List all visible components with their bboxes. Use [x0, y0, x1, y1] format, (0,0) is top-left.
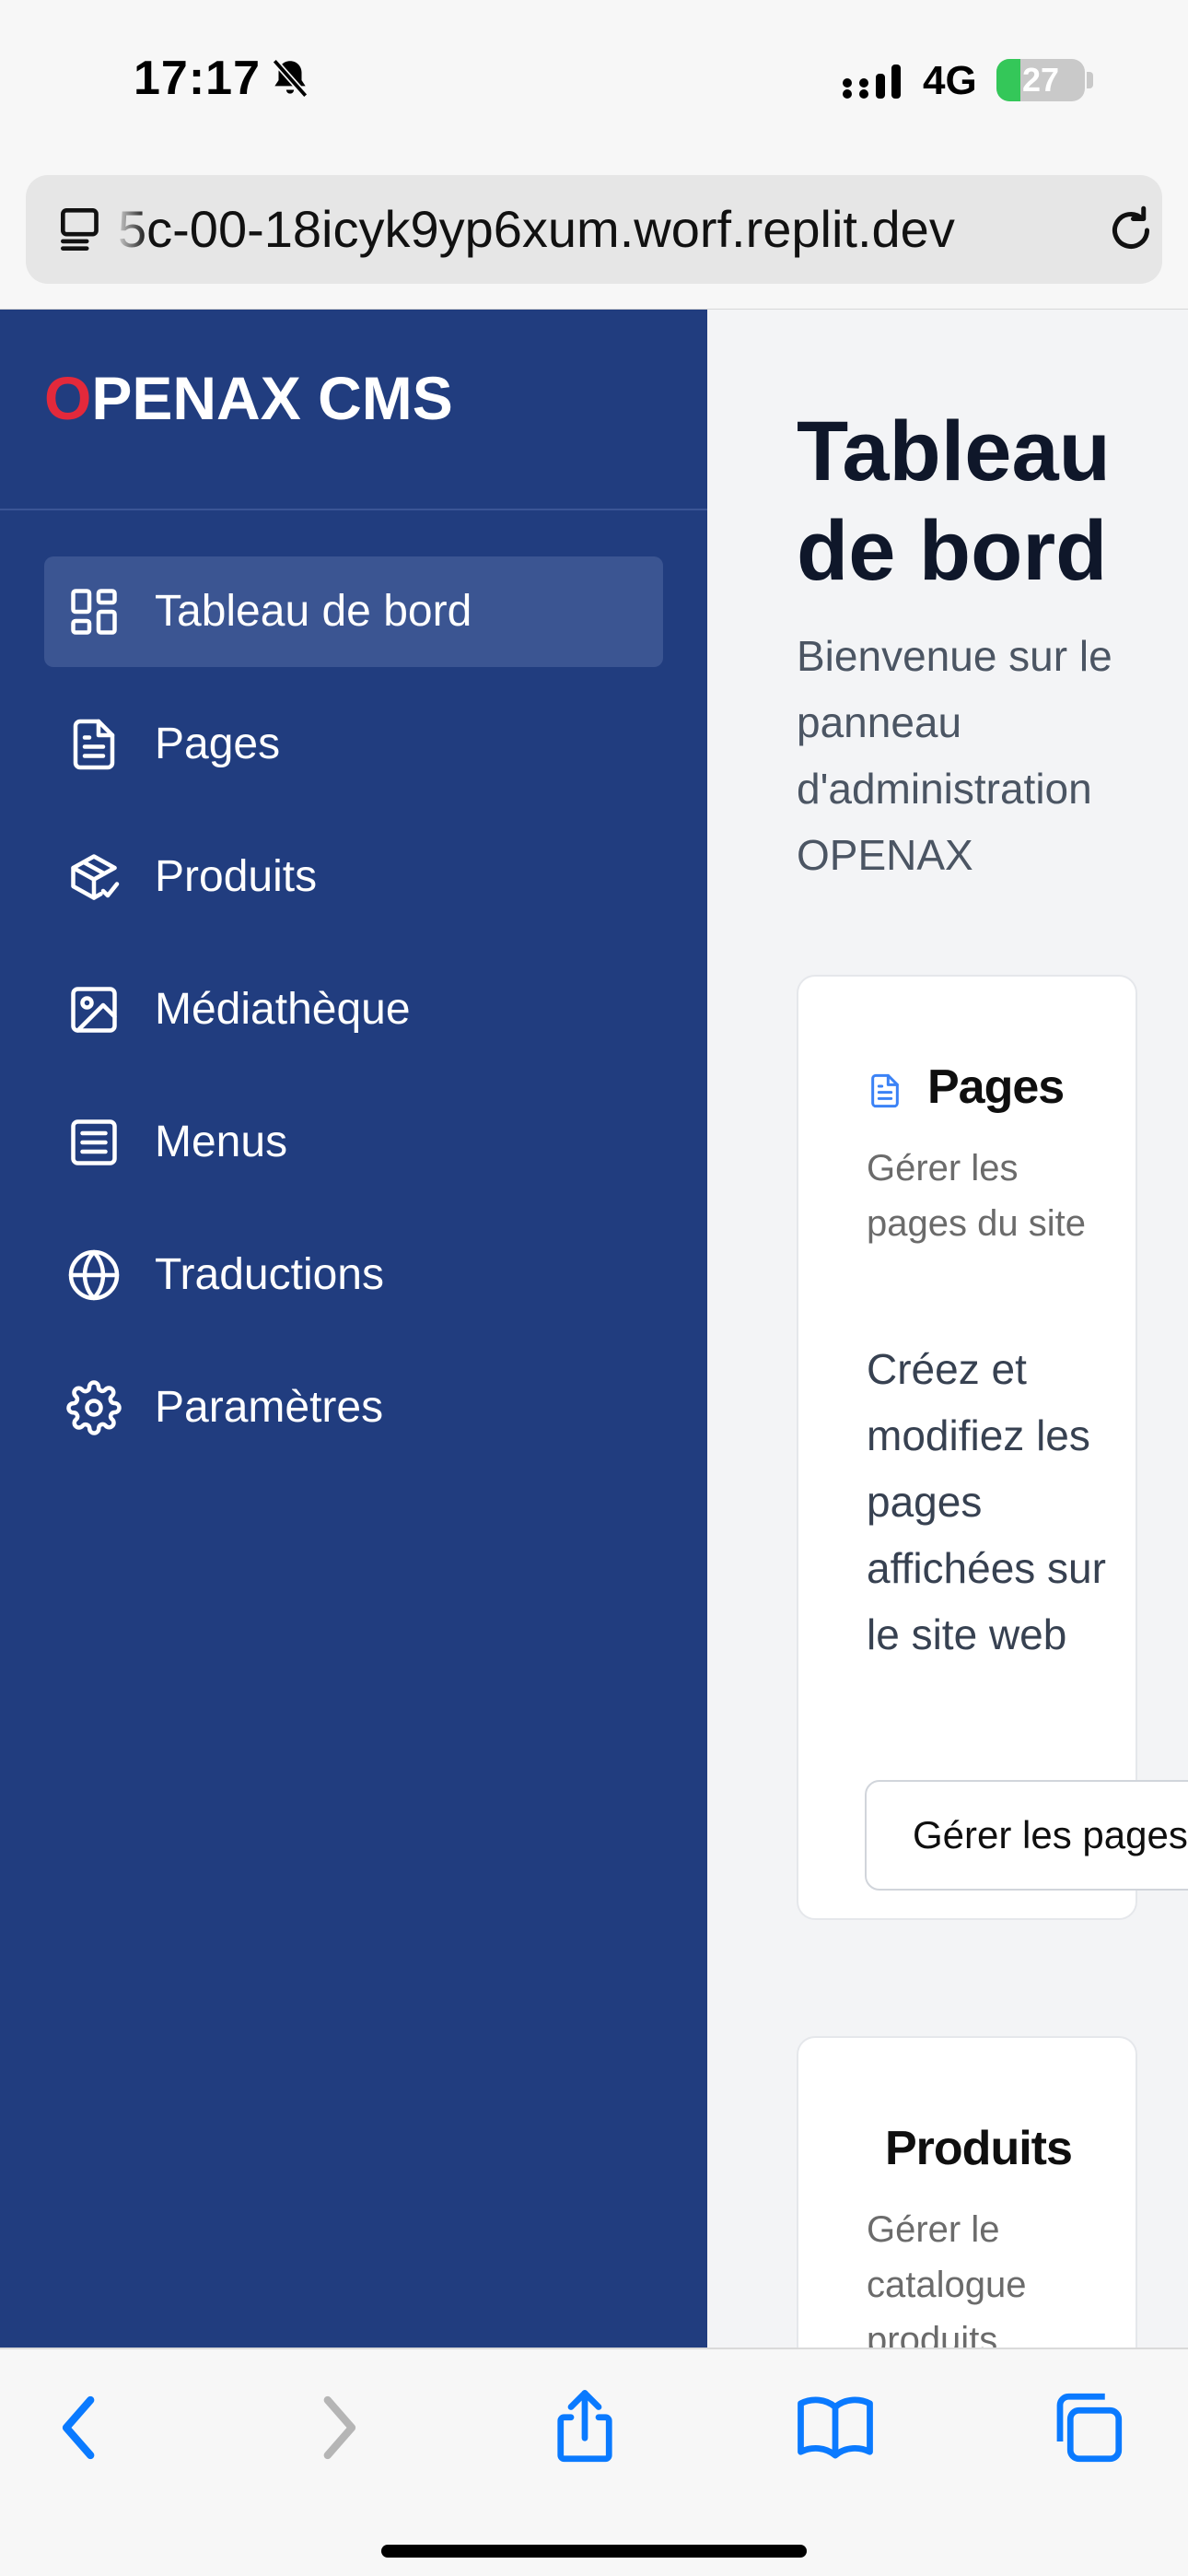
document-icon [73, 719, 115, 770]
sidebar-item-pages[interactable]: Pages [44, 689, 663, 800]
sidebar-item-menus[interactable]: Menus [44, 1087, 663, 1198]
sidebar-item-settings[interactable]: Paramètres [44, 1352, 663, 1463]
image-icon [71, 987, 117, 1033]
reload-icon[interactable] [1103, 203, 1159, 258]
brand-accent-letter: O [44, 364, 92, 432]
pages-card: Pages Gérer les pages du site Créez et m… [797, 975, 1188, 1920]
back-icon[interactable] [39, 2386, 122, 2469]
battery-icon: 27 [996, 59, 1085, 101]
brand-name: PENAX CMS [91, 364, 453, 432]
url-text[interactable]: 5c-00-18icyk9yp6xum.worf.replit.dev [118, 175, 1076, 284]
card-description: Gérer le catalogue produits [867, 2209, 1027, 2348]
battery-cap [1087, 72, 1093, 88]
page-subtitle: Bienvenue sur le panneau d'administratio… [797, 632, 1112, 879]
sidebar-item-label: Médiathèque [155, 985, 411, 1034]
phone-screen: 17:17 4G 27 5c-00-18icyk9yp6xum.worf.rep… [0, 0, 1188, 2576]
page-menu-icon[interactable] [53, 201, 111, 258]
signal-icon [843, 64, 901, 99]
list-icon [71, 1119, 117, 1165]
address-bar[interactable]: 5c-00-18icyk9yp6xum.worf.replit.dev [26, 175, 1162, 284]
sidebar-item-label: Produits [155, 852, 318, 901]
sidebar-item-translations[interactable]: Traductions [44, 1220, 663, 1330]
sidebar-item-label: Pages [155, 720, 281, 768]
bell-slash-icon [272, 58, 309, 99]
package-icon [71, 854, 120, 900]
card-title: Produits [885, 2122, 1073, 2175]
status-time: 17:17 [134, 52, 261, 105]
forward-icon[interactable] [297, 2386, 379, 2469]
sidebar-item-label: Tableau de bord [155, 587, 472, 636]
card-description: Gérer les pages du site [867, 1148, 1086, 1244]
sidebar-item-label: Traductions [155, 1250, 384, 1299]
sidebar-item-products[interactable]: Produits [44, 822, 663, 932]
manage-pages-button[interactable]: Gérer les pages [865, 1780, 1188, 1891]
sidebar-item-label: Menus [155, 1118, 288, 1166]
sidebar-divider [0, 509, 707, 510]
sidebar-item-dashboard[interactable]: Tableau de bord [44, 556, 663, 667]
sidebar: OPENAX CMS Tableau de bord Pages Produit… [0, 310, 707, 2348]
bookmarks-icon[interactable] [794, 2386, 877, 2469]
sidebar-item-media[interactable]: Médiathèque [44, 954, 663, 1065]
network-type: 4G [923, 58, 977, 103]
home-indicator [381, 2545, 807, 2558]
products-card: Produits Gérer le catalogue produits [797, 2036, 1137, 2348]
page-title: Tableau de bord [797, 404, 1111, 598]
url-fade [114, 175, 147, 284]
card-title: Pages [927, 1060, 1065, 1114]
brand-logo[interactable]: OPENAX CMS [44, 363, 453, 433]
dashboard-icon [71, 589, 117, 635]
main-content: Tableau de bord Bienvenue sur le panneau… [707, 310, 1188, 2348]
card-body: Créez et modifiez les pages affichées su… [867, 1345, 1106, 1658]
battery-level: 27 [1021, 61, 1060, 99]
status-bar: 17:17 4G 27 [0, 0, 1188, 157]
share-icon[interactable] [543, 2386, 626, 2469]
document-icon [871, 1073, 899, 1108]
sidebar-item-label: Paramètres [155, 1383, 384, 1432]
browser-toolbar [0, 2348, 1188, 2576]
tabs-icon[interactable] [1046, 2386, 1129, 2469]
globe-icon [68, 1249, 120, 1301]
gear-icon [66, 1380, 122, 1435]
